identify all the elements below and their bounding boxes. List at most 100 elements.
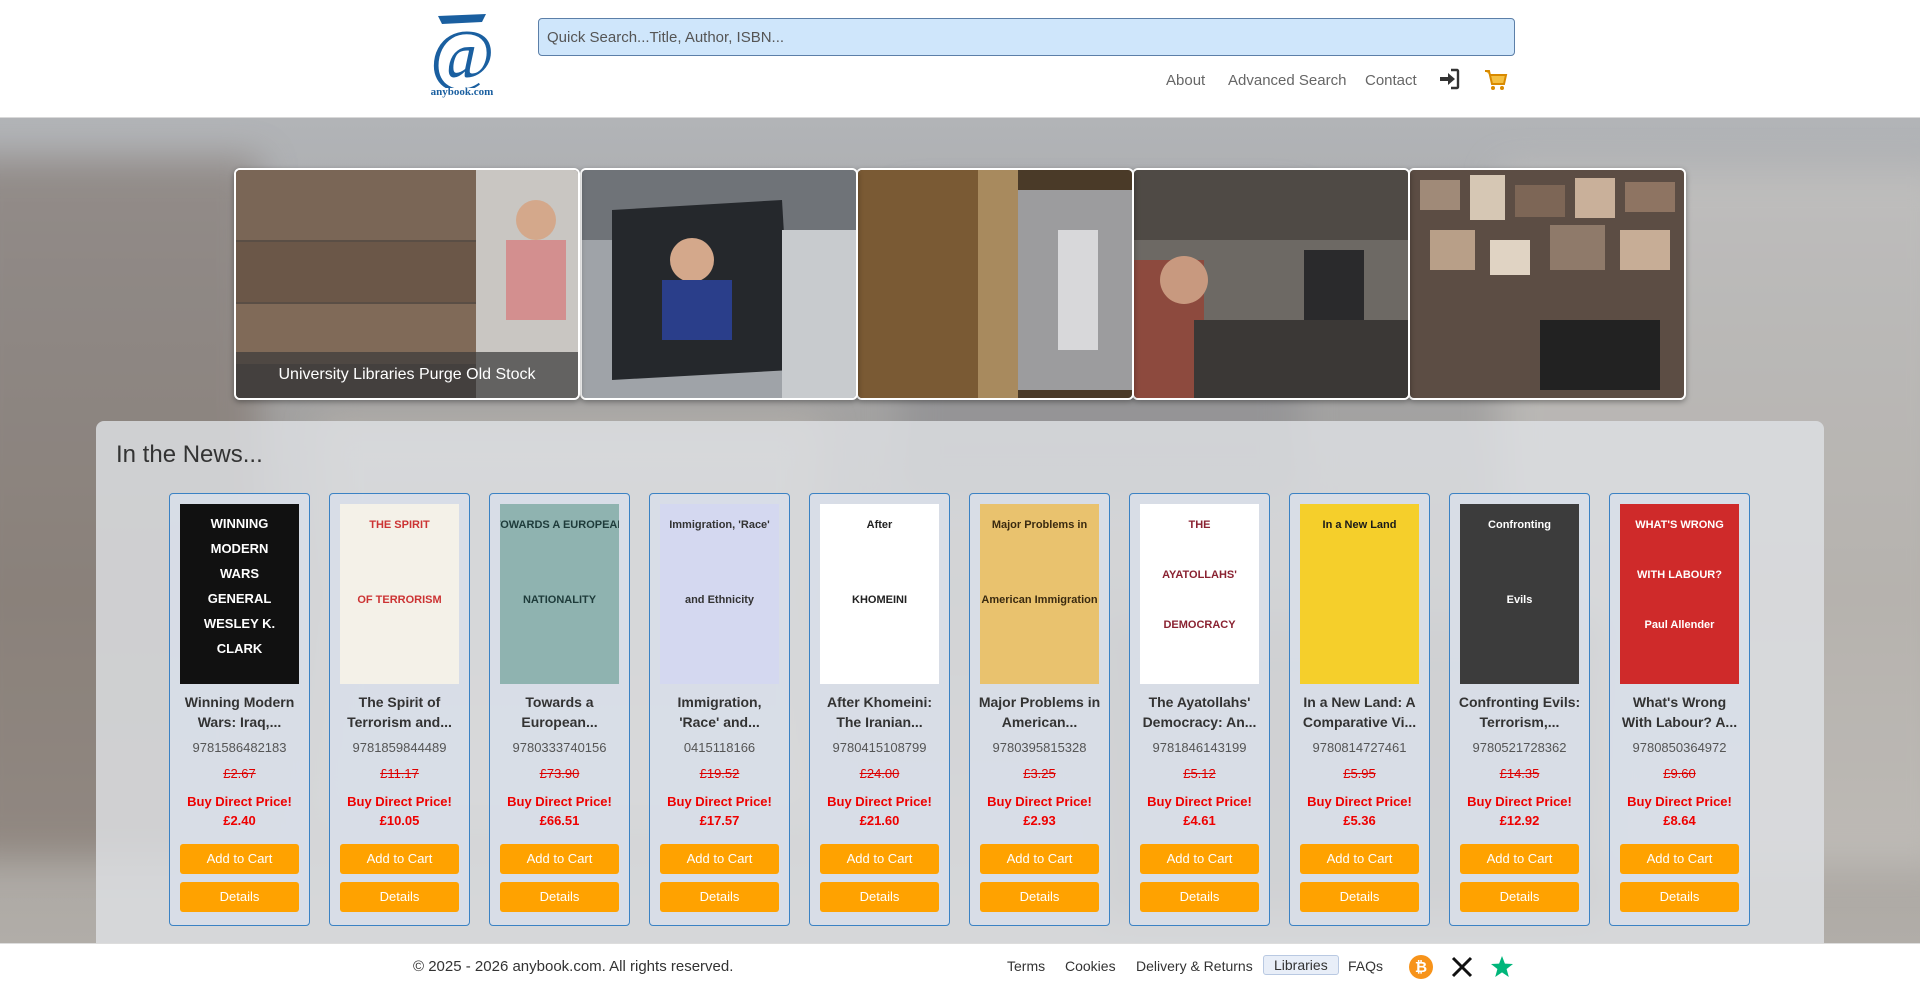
direct-price-block: Buy Direct Price! £2.93 <box>970 792 1109 830</box>
carousel-slide-4[interactable] <box>1132 168 1410 400</box>
library-stacks-photo <box>858 170 1132 398</box>
footer-link-delivery-returns[interactable]: Delivery & Returns <box>1136 958 1253 974</box>
book-card[interactable]: WINNING MODERN WARS GENERAL WESLEY K. CLARK Wi… <box>169 493 310 926</box>
direct-price-value: £2.40 <box>223 813 256 828</box>
direct-price-value: £21.60 <box>859 813 900 828</box>
direct-price-value: £12.92 <box>1499 813 1540 828</box>
book-card[interactable]: Major Problems in American Immigration Maj… <box>969 493 1110 926</box>
svg-text:WHAT'S WRONG: WHAT'S WRONG <box>1635 519 1724 531</box>
add-to-cart-button[interactable]: Add to Cart <box>1460 844 1579 874</box>
book-cover-image[interactable]: TOWARDS A EUROPEAN NATIONALITY <box>500 504 619 684</box>
sign-in-icon[interactable] <box>1438 68 1460 95</box>
book-cover-image[interactable]: THE SPIRIT OF TERRORISM <box>340 504 459 684</box>
book-rrp-price: £73.90 <box>539 766 580 781</box>
direct-price-block: Buy Direct Price! £21.60 <box>810 792 949 830</box>
logo-at-icon: @ <box>430 14 494 94</box>
book-isbn: 9780415108799 <box>832 740 927 755</box>
book-card[interactable]: Confronting Evils Confronting Evils: Terro… <box>1449 493 1590 926</box>
carousel-slide-1[interactable]: University Libraries Purge Old Stock <box>234 168 580 400</box>
book-title: Towards a European... <box>521 694 598 730</box>
book-rrp-price: £2.67 <box>223 766 256 781</box>
direct-price-label: Buy Direct Price! <box>1307 794 1412 809</box>
footer-link-libraries[interactable]: Libraries <box>1263 955 1339 975</box>
book-card[interactable]: TOWARDS A EUROPEAN NATIONALITY Towards a E… <box>489 493 630 926</box>
footer-link-terms[interactable]: Terms <box>1007 958 1045 974</box>
nav-about[interactable]: About <box>1166 72 1205 89</box>
book-cover-image[interactable]: WHAT'S WRONG WITH LABOUR? Paul Allender <box>1620 504 1739 684</box>
carousel-slide-2[interactable] <box>580 168 858 400</box>
book-card[interactable]: In a New Land In a New Land: A Comparativ… <box>1289 493 1430 926</box>
add-to-cart-button[interactable]: Add to Cart <box>1620 844 1739 874</box>
svg-text:Evils: Evils <box>1507 594 1533 606</box>
details-button[interactable]: Details <box>340 882 459 912</box>
svg-text:KHOMEINI: KHOMEINI <box>852 594 907 606</box>
cart-icon[interactable] <box>1484 68 1508 97</box>
svg-text:Confronting: Confronting <box>1488 519 1551 531</box>
svg-text:and Ethnicity: and Ethnicity <box>685 594 755 606</box>
book-card[interactable]: THE AYATOLLAHS' DEMOCRACY The Ayatollahs' D… <box>1129 493 1270 926</box>
carousel-slide-5[interactable] <box>1408 168 1686 400</box>
quick-search-input[interactable] <box>538 18 1515 56</box>
book-title: In a New Land: A Comparative Vi... <box>1302 694 1417 730</box>
book-cover-image[interactable]: After KHOMEINI <box>820 504 939 684</box>
book-cover-image[interactable]: In a New Land <box>1300 504 1419 684</box>
bitcoin-icon[interactable]: ₿ <box>1408 954 1434 985</box>
book-rrp-price: £5.12 <box>1183 766 1216 781</box>
add-to-cart-button[interactable]: Add to Cart <box>820 844 939 874</box>
direct-price-block: Buy Direct Price! £4.61 <box>1130 792 1269 830</box>
book-isbn: 9781586482183 <box>192 740 287 755</box>
direct-price-block: Buy Direct Price! £2.40 <box>170 792 309 830</box>
direct-price-label: Buy Direct Price! <box>987 794 1092 809</box>
nav-advanced-search[interactable]: Advanced Search <box>1228 72 1346 89</box>
trustpilot-star-icon[interactable] <box>1490 955 1514 984</box>
details-button[interactable]: Details <box>1460 882 1579 912</box>
nav-contact[interactable]: Contact <box>1365 72 1417 89</box>
in-the-news-panel: In the News... WINNING MODERN WARS GENERAL W… <box>96 421 1824 951</box>
book-cover-image[interactable]: Major Problems in American Immigration <box>980 504 1099 684</box>
book-rrp-price: £5.95 <box>1343 766 1376 781</box>
details-button[interactable]: Details <box>180 882 299 912</box>
book-card[interactable]: WHAT'S WRONG WITH LABOUR? Paul Allender Wha… <box>1609 493 1750 926</box>
svg-text:TOWARDS A EUROPEAN: TOWARDS A EUROPEAN <box>500 519 619 531</box>
book-isbn: 0415118166 <box>683 740 756 755</box>
add-to-cart-button[interactable]: Add to Cart <box>500 844 619 874</box>
svg-text:CLARK: CLARK <box>217 641 263 656</box>
add-to-cart-button[interactable]: Add to Cart <box>660 844 779 874</box>
direct-price-value: £2.93 <box>1023 813 1056 828</box>
add-to-cart-button[interactable]: Add to Cart <box>180 844 299 874</box>
footer-link-faqs[interactable]: FAQs <box>1348 958 1383 974</box>
svg-text:Paul Allender: Paul Allender <box>1645 619 1716 631</box>
carousel-slide-3[interactable] <box>856 168 1134 400</box>
add-to-cart-button[interactable]: Add to Cart <box>980 844 1099 874</box>
book-cover-image[interactable]: Confronting Evils <box>1460 504 1579 684</box>
details-button[interactable]: Details <box>980 882 1099 912</box>
add-to-cart-button[interactable]: Add to Cart <box>340 844 459 874</box>
book-cover-image[interactable]: WINNING MODERN WARS GENERAL WESLEY K. CLARK <box>180 504 299 684</box>
book-card[interactable]: After KHOMEINI After Khomeini: The Iranian… <box>809 493 950 926</box>
site-logo[interactable]: @ anybook.com <box>428 12 496 100</box>
add-to-cart-button[interactable]: Add to Cart <box>1140 844 1259 874</box>
direct-price-label: Buy Direct Price! <box>667 794 772 809</box>
book-isbn: 9780395815328 <box>992 740 1087 755</box>
book-card[interactable]: Immigration, 'Race' and Ethnicity Immigrat… <box>649 493 790 926</box>
details-button[interactable]: Details <box>500 882 619 912</box>
book-title: Major Problems in American... <box>978 694 1101 730</box>
book-cover-image[interactable]: THE AYATOLLAHS' DEMOCRACY <box>1140 504 1259 684</box>
book-title: The Spirit of Terrorism and... <box>347 694 452 730</box>
site-footer: © 2025 - 2026 anybook.com. All rights re… <box>0 943 1920 993</box>
details-button[interactable]: Details <box>1300 882 1419 912</box>
x-twitter-icon[interactable] <box>1450 955 1474 984</box>
svg-text:MODERN: MODERN <box>211 541 269 556</box>
details-button[interactable]: Details <box>660 882 779 912</box>
details-button[interactable]: Details <box>1140 882 1259 912</box>
book-cover-image[interactable]: Immigration, 'Race' and Ethnicity <box>660 504 779 684</box>
direct-price-value: £5.36 <box>1343 813 1376 828</box>
book-title: The Ayatollahs' Democracy: An... <box>1142 694 1257 730</box>
book-card[interactable]: THE SPIRIT OF TERRORISM The Spirit of Terr… <box>329 493 470 926</box>
footer-link-cookies[interactable]: Cookies <box>1065 958 1116 974</box>
add-to-cart-button[interactable]: Add to Cart <box>1300 844 1419 874</box>
direct-price-label: Buy Direct Price! <box>347 794 452 809</box>
details-button[interactable]: Details <box>1620 882 1739 912</box>
svg-text:American Immigration: American Immigration <box>981 594 1097 606</box>
details-button[interactable]: Details <box>820 882 939 912</box>
